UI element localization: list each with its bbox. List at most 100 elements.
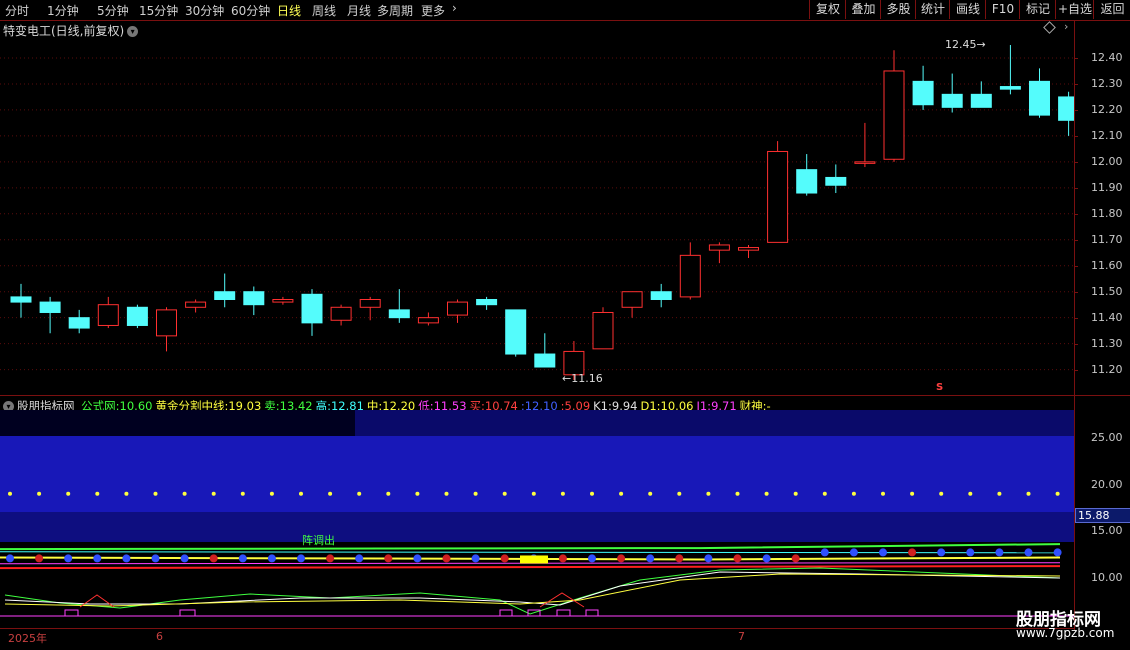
signal-dot	[355, 554, 364, 563]
y-tick-label: 11.40	[1091, 310, 1123, 324]
signal-dot	[1024, 548, 1033, 557]
tab-3[interactable]: 15分钟	[139, 2, 178, 19]
candle-body	[999, 86, 1021, 90]
candle-body	[39, 301, 61, 313]
toolbar-button-7[interactable]: +自选	[1055, 0, 1094, 19]
signal-text: 阵调出	[302, 533, 335, 547]
candle-body	[650, 291, 672, 300]
signal-dot	[588, 554, 596, 563]
signal-dot	[384, 554, 393, 563]
indicator-y-tick: 20.00	[1091, 477, 1123, 491]
y-axis-divider	[1074, 20, 1075, 630]
signal-dot	[93, 554, 102, 563]
golden-dot	[851, 491, 856, 496]
golden-dot	[124, 491, 129, 496]
j-bar	[499, 609, 513, 617]
y-tick-label: 12.20	[1091, 102, 1123, 116]
golden-dot	[95, 491, 100, 496]
tab-9[interactable]: 多周期	[377, 2, 413, 19]
candle	[126, 304, 148, 329]
golden-dot	[473, 491, 478, 496]
current-value-badge: 15.88	[1075, 508, 1130, 523]
candle	[999, 45, 1021, 95]
y-tick-mark	[1074, 161, 1078, 163]
signal-dot	[64, 554, 73, 563]
signal-dot	[442, 554, 451, 563]
candle-body	[476, 298, 498, 306]
candle	[39, 296, 61, 334]
candlestick-chart[interactable]	[0, 20, 1074, 395]
candle	[592, 307, 614, 350]
toolbar-button-0[interactable]: 复权	[809, 0, 846, 19]
golden-dot	[328, 491, 333, 496]
tab-4[interactable]: 30分钟	[185, 2, 224, 19]
x-label-july: 7	[738, 630, 745, 643]
toolbar-button-2[interactable]: 多股	[880, 0, 916, 19]
golden-dot	[764, 491, 769, 496]
candle-body	[156, 309, 177, 337]
tab-6[interactable]: 日线	[277, 2, 301, 19]
tab-10[interactable]: 更多	[421, 2, 445, 19]
toolbar-button-1[interactable]: 叠加	[845, 0, 881, 19]
toolbar-button-8[interactable]: 返回	[1093, 0, 1130, 19]
candle	[447, 299, 468, 323]
signal-dot	[6, 554, 14, 563]
golden-dot	[648, 491, 653, 496]
signal-dot	[617, 554, 626, 563]
candle-body	[447, 301, 468, 316]
candle	[476, 296, 498, 310]
y-tick-label: 11.50	[1091, 284, 1123, 298]
indicator-y-tick: 15.00	[1091, 524, 1123, 538]
high-price-label: 12.45→	[945, 38, 986, 51]
golden-dot	[357, 491, 362, 496]
signal-dot	[122, 554, 131, 563]
tab-8[interactable]: 月线	[347, 2, 371, 19]
j-bar	[179, 609, 196, 617]
toolbar-button-5[interactable]: F10	[985, 0, 1020, 19]
toolbar-button-4[interactable]: 画线	[949, 0, 986, 19]
golden-dot	[531, 491, 536, 496]
toolbar-button-3[interactable]: 统计	[915, 0, 950, 19]
y-tick-mark	[1074, 291, 1078, 293]
candle-body	[301, 293, 323, 324]
low-price-value: 11.16	[571, 372, 603, 385]
tab-2[interactable]: 5分钟	[97, 2, 129, 19]
candle-body	[97, 304, 119, 326]
chevron-right-icon[interactable]: ›	[452, 1, 457, 15]
y-tick-mark	[1074, 343, 1078, 345]
candle	[912, 65, 934, 110]
signal-dot	[879, 548, 887, 557]
signal-dot	[937, 548, 946, 557]
candle	[534, 333, 556, 368]
golden-dot	[735, 491, 740, 496]
signal-dot	[238, 554, 247, 563]
y-tick-mark	[1074, 317, 1078, 319]
k1-line	[4, 571, 1061, 606]
signal-dot	[908, 548, 917, 557]
golden-dot	[37, 491, 42, 496]
signal-dot	[35, 554, 44, 563]
golden-dot	[939, 491, 944, 496]
tab-7[interactable]: 周线	[312, 2, 336, 19]
golden-dot	[502, 491, 507, 496]
candle-body	[126, 306, 148, 326]
golden-dot	[415, 491, 420, 496]
y-tick-label: 11.80	[1091, 206, 1123, 220]
y-tick-label: 11.60	[1091, 258, 1123, 272]
j-bar	[585, 609, 599, 617]
tab-1[interactable]: 1分钟	[47, 2, 79, 19]
golden-dot	[560, 491, 565, 496]
signal-dot	[209, 554, 218, 563]
candle-body	[505, 309, 527, 355]
candle-body	[621, 291, 643, 308]
tab-0[interactable]: 分时	[5, 2, 29, 19]
tab-5[interactable]: 60分钟	[231, 2, 270, 19]
candle-body	[272, 298, 294, 303]
candle-body	[592, 311, 614, 350]
toolbar-button-6[interactable]: 标记	[1019, 0, 1056, 19]
golden-dot	[1055, 491, 1060, 496]
candle	[185, 299, 207, 313]
indicator-chart[interactable]: 阵调出	[0, 410, 1074, 628]
golden-dot	[910, 491, 915, 496]
golden-dot	[881, 491, 885, 496]
